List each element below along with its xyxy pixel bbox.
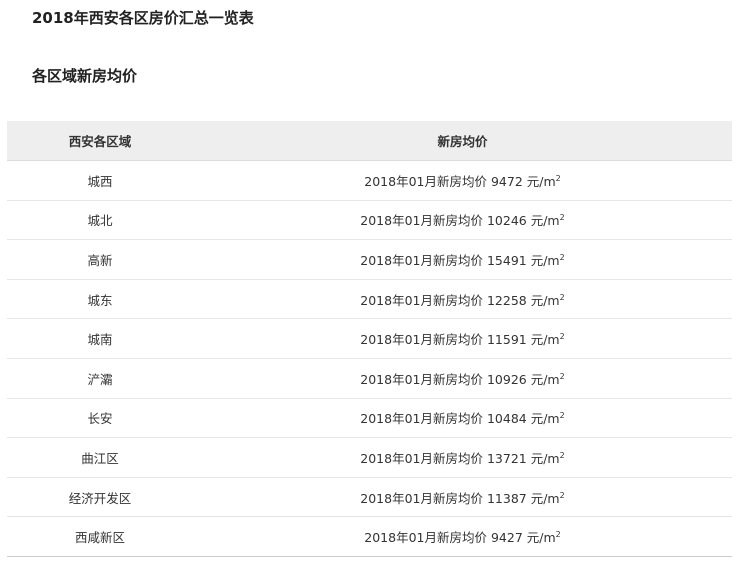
price-text: 2018年01月新房均价 11387 元/m <box>360 490 560 506</box>
table-row: 城西 2018年01月新房均价 9472 元/m2 <box>7 160 732 201</box>
price-text: 2018年01月新房均价 10246 元/m <box>360 213 560 229</box>
unit-superscript: 2 <box>559 411 565 421</box>
table-row: 城北 2018年01月新房均价 10246 元/m2 <box>7 200 732 241</box>
unit-superscript: 2 <box>559 450 565 460</box>
column-header-district: 西安各区域 <box>7 121 193 161</box>
price-cell: 2018年01月新房均价 10246 元/m2 <box>193 200 732 241</box>
price-cell: 2018年01月新房均价 11591 元/m2 <box>193 318 732 359</box>
district-cell: 西咸新区 <box>7 516 193 557</box>
price-cell: 2018年01月新房均价 15491 元/m2 <box>193 239 732 280</box>
unit-superscript: 2 <box>555 529 561 539</box>
district-cell: 城南 <box>7 318 193 359</box>
price-text: 2018年01月新房均价 11591 元/m <box>360 332 560 348</box>
price-text: 2018年01月新房均价 13721 元/m <box>360 450 560 466</box>
table-row: 西咸新区 2018年01月新房均价 9427 元/m2 <box>7 516 732 557</box>
unit-superscript: 2 <box>559 371 565 381</box>
unit-superscript: 2 <box>559 252 565 262</box>
unit-superscript: 2 <box>559 490 565 500</box>
district-cell: 浐灞 <box>7 358 193 399</box>
table-row: 浐灞 2018年01月新房均价 10926 元/m2 <box>7 358 732 399</box>
unit-superscript: 2 <box>559 292 565 302</box>
price-text: 2018年01月新房均价 15491 元/m <box>360 252 560 268</box>
price-cell: 2018年01月新房均价 10484 元/m2 <box>193 398 732 439</box>
price-cell: 2018年01月新房均价 10926 元/m2 <box>193 358 732 399</box>
column-header-price: 新房均价 <box>193 121 732 161</box>
section-title: 各区域新房均价 <box>32 67 138 85</box>
district-cell: 城西 <box>7 160 193 201</box>
price-text: 2018年01月新房均价 9472 元/m <box>364 173 556 189</box>
price-cell: 2018年01月新房均价 9472 元/m2 <box>193 160 732 201</box>
district-cell: 曲江区 <box>7 437 193 478</box>
district-cell: 经济开发区 <box>7 477 193 518</box>
price-text: 2018年01月新房均价 9427 元/m <box>364 530 556 546</box>
price-cell: 2018年01月新房均价 11387 元/m2 <box>193 477 732 518</box>
district-cell: 城东 <box>7 279 193 320</box>
price-text: 2018年01月新房均价 12258 元/m <box>360 292 560 308</box>
price-cell: 2018年01月新房均价 12258 元/m2 <box>193 279 732 320</box>
district-cell: 长安 <box>7 398 193 439</box>
page-title: 2018年西安各区房价汇总一览表 <box>32 9 254 27</box>
district-cell: 高新 <box>7 239 193 280</box>
price-table: 西安各区域 新房均价 城西 2018年01月新房均价 9472 元/m2 城北 … <box>7 121 732 557</box>
table-row: 经济开发区 2018年01月新房均价 11387 元/m2 <box>7 477 732 518</box>
unit-superscript: 2 <box>559 213 565 223</box>
table-row: 城东 2018年01月新房均价 12258 元/m2 <box>7 279 732 320</box>
table-row: 曲江区 2018年01月新房均价 13721 元/m2 <box>7 437 732 478</box>
price-text: 2018年01月新房均价 10926 元/m <box>360 371 560 387</box>
table-row: 长安 2018年01月新房均价 10484 元/m2 <box>7 398 732 439</box>
district-cell: 城北 <box>7 200 193 241</box>
unit-superscript: 2 <box>555 173 561 183</box>
table-header-row: 西安各区域 新房均价 <box>7 121 732 161</box>
price-cell: 2018年01月新房均价 13721 元/m2 <box>193 437 732 478</box>
unit-superscript: 2 <box>559 332 565 342</box>
price-cell: 2018年01月新房均价 9427 元/m2 <box>193 516 732 557</box>
table-row: 高新 2018年01月新房均价 15491 元/m2 <box>7 239 732 280</box>
table-row: 城南 2018年01月新房均价 11591 元/m2 <box>7 318 732 359</box>
price-text: 2018年01月新房均价 10484 元/m <box>360 411 560 427</box>
